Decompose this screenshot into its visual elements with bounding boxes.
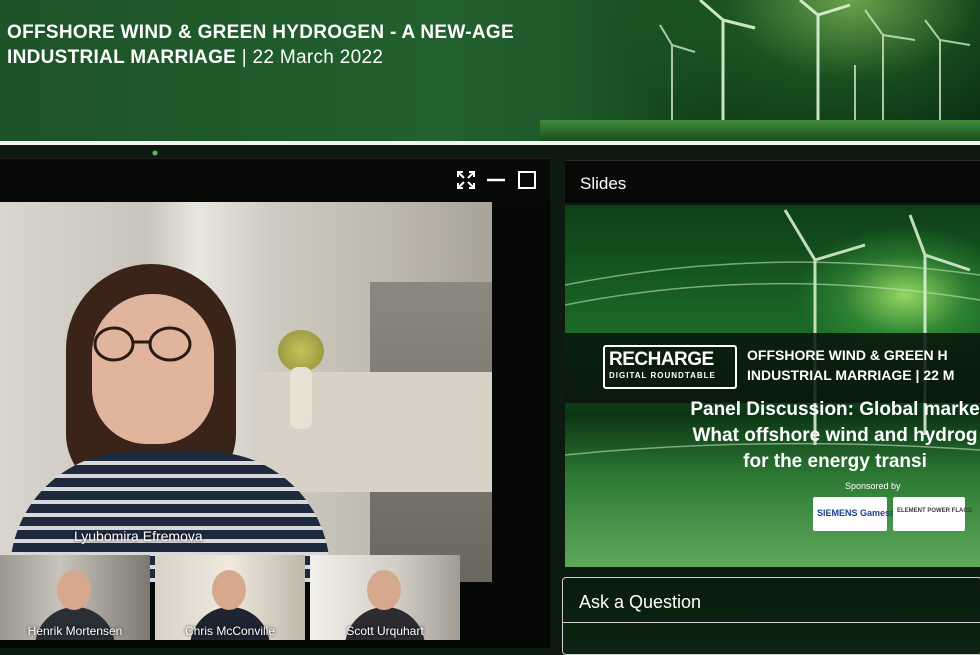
participant-name: Henrik Mortensen (27, 624, 123, 638)
slide-content[interactable]: RECHARGE DIGITAL ROUNDTABLE OFFSHORE WIN… (565, 205, 980, 567)
speaker-face (92, 294, 214, 444)
participant-thumbnail[interactable]: Scott Urquhart (310, 555, 460, 640)
sponsored-by-label: Sponsored by (845, 481, 901, 491)
event-title-bold: INDUSTRIAL MARRIAGE (7, 47, 237, 68)
fullscreen-icon[interactable] (455, 169, 477, 191)
slides-header: Slides (565, 160, 980, 203)
slide-panel-title: Panel Discussion: Global marke What offs… (605, 397, 980, 475)
main-speaker-video[interactable]: Lyubomira Efremova (0, 202, 492, 582)
panel-title-line2: What offshore wind and hydrog (692, 425, 978, 446)
recharge-logo-subtext: DIGITAL ROUNDTABLE (609, 371, 716, 380)
event-banner: OFFSHORE WIND & GREEN HYDROGEN - A NEW-A… (0, 0, 980, 143)
sponsor-name: ELEMENT POWER FLAGS (897, 508, 972, 514)
ask-question-divider (563, 622, 980, 623)
minimize-icon[interactable] (485, 169, 507, 191)
video-toolbar (0, 158, 550, 201)
participant-name: Scott Urquhart (346, 624, 424, 638)
event-title-line2: INDUSTRIAL MARRIAGE | 22 March 2022 (7, 45, 514, 70)
slides-title: Slides (580, 174, 627, 193)
panel-title-line3: for the energy transi (743, 451, 927, 472)
sponsor-logo-siemens: SIEMENS Gamesa (813, 497, 895, 531)
participant-head (367, 570, 401, 610)
sponsor-logo-element-power: ELEMENT POWER FLAGS (893, 497, 972, 531)
event-date: | 22 March 2022 (236, 47, 384, 68)
panel-title-line1: Panel Discussion: Global marke (690, 399, 980, 420)
ask-question-panel[interactable]: Ask a Question (562, 577, 980, 655)
banner-divider (0, 141, 980, 145)
participant-name: Chris McConville (184, 624, 276, 638)
participant-thumbnail[interactable]: Henrik Mortensen (0, 555, 150, 640)
background-plant (278, 330, 324, 372)
slide-heading-line1: OFFSHORE WIND & GREEN H (747, 347, 948, 363)
recharge-logo: RECHARGE DIGITAL ROUNDTABLE (603, 345, 737, 389)
event-title: OFFSHORE WIND & GREEN HYDROGEN - A NEW-A… (7, 20, 514, 70)
participant-head (57, 570, 91, 610)
slide-event-heading: OFFSHORE WIND & GREEN H INDUSTRIAL MARRI… (747, 345, 954, 385)
ask-question-title: Ask a Question (579, 592, 702, 612)
participant-thumbnail[interactable]: Chris McConville (155, 555, 305, 640)
banner-ground (540, 120, 980, 143)
sponsor-name: SIEMENS Gamesa (817, 508, 896, 518)
slide-heading-line2: INDUSTRIAL MARRIAGE | 22 M (747, 367, 955, 383)
speaker-glasses (93, 326, 192, 362)
event-title-line1: OFFSHORE WIND & GREEN HYDROGEN - A NEW-A… (7, 22, 514, 43)
maximize-icon[interactable] (516, 169, 538, 191)
participant-head (212, 570, 246, 610)
recharge-logo-text: RECHARGE (609, 349, 714, 370)
main-speaker-name: Lyubomira Efremova (74, 528, 203, 544)
background-vase (290, 367, 312, 429)
